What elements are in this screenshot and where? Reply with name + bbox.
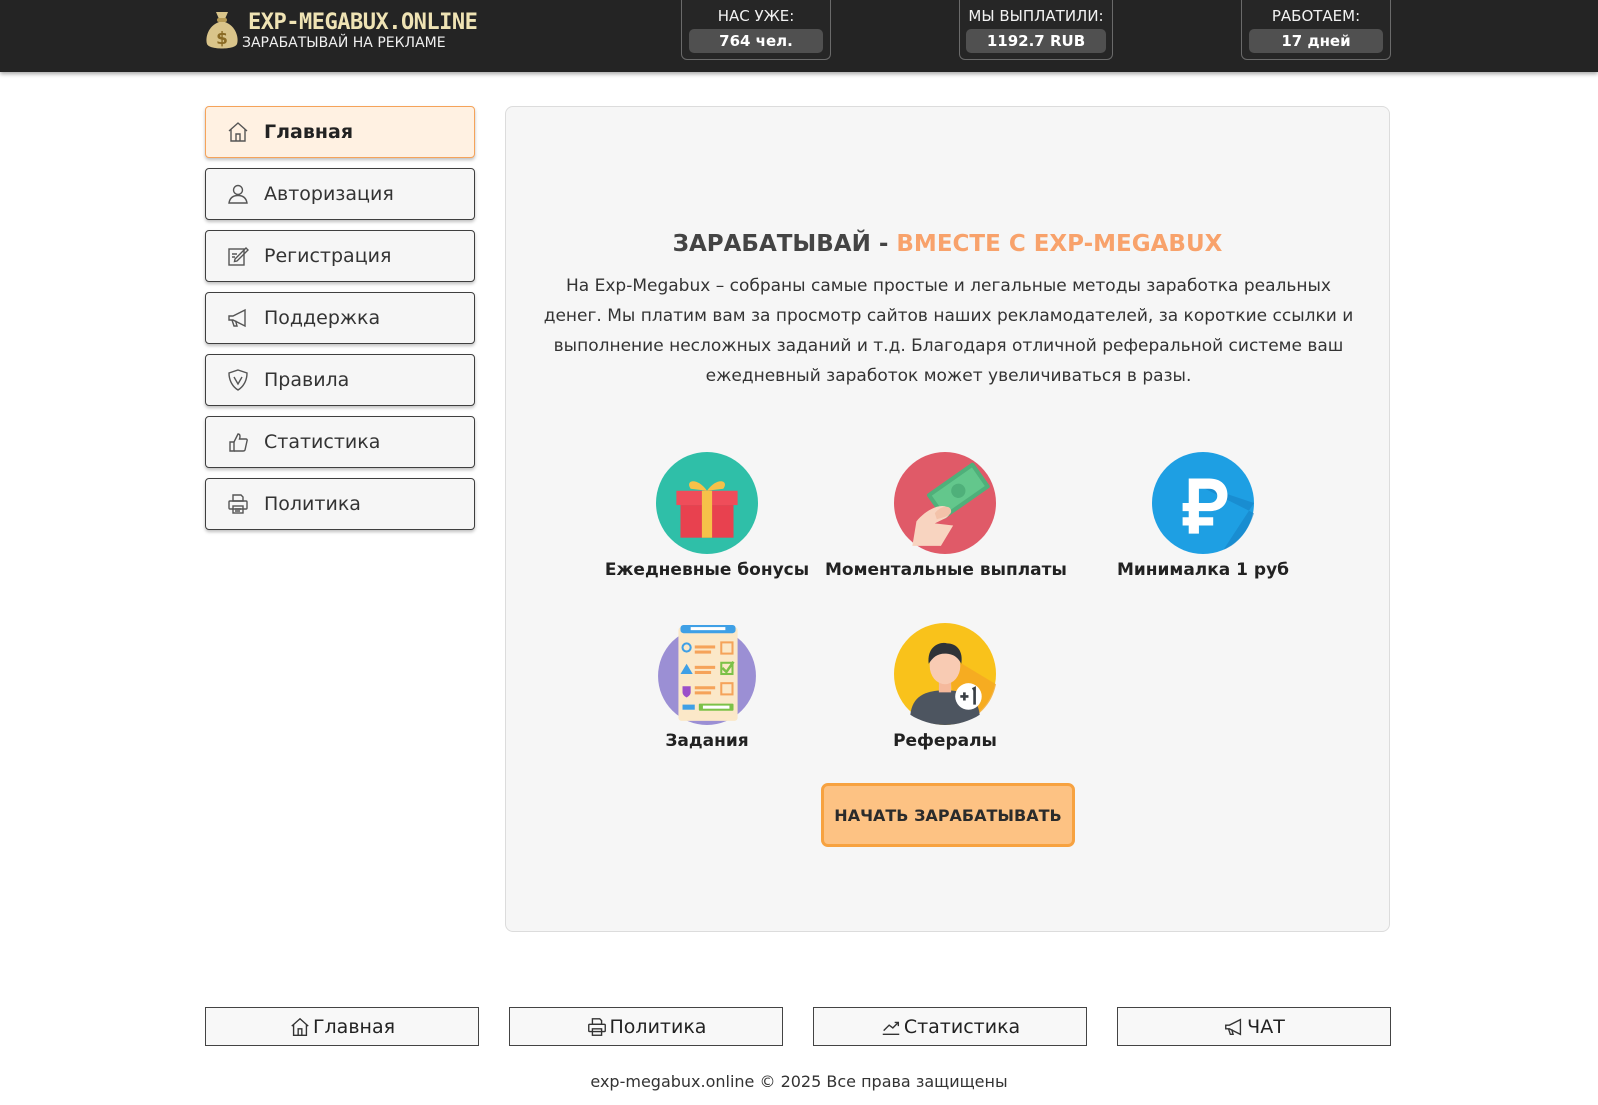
edit-icon [228, 247, 249, 266]
headline-accent: ВМЕСТЕ С EXP-MEGABUX [896, 231, 1223, 257]
feature-tasks: Задания [587, 623, 827, 751]
footer-link-chat[interactable]: ЧАТ [1117, 1007, 1391, 1046]
stat-paid: МЫ ВЫПЛАТИЛИ: 1192.7 RUB [959, 0, 1113, 60]
feature-label: Минималка 1 руб [1116, 560, 1290, 580]
stat-paid-value: 1192.7 RUB [966, 29, 1106, 53]
sidebar-item-label: Поддержка [264, 307, 381, 329]
sidebar-item-login[interactable]: Авторизация [205, 168, 475, 220]
start-earning-button[interactable]: НАЧАТЬ ЗАРАБАТЫВАТЬ [821, 783, 1075, 847]
printer-icon [587, 1017, 606, 1036]
megaphone-icon [1225, 1018, 1242, 1035]
stat-paid-label: МЫ ВЫПЛАТИЛИ: [968, 7, 1104, 25]
sidebar-item-support[interactable]: Поддержка [205, 292, 475, 344]
site-logo[interactable]: $ EXP-MEGABUX.ONLINE ЗАРАБАТЫВАЙ НА РЕКЛ… [204, 6, 478, 54]
feature-label: Ежедневные бонусы [604, 560, 810, 580]
sidebar-item-policy[interactable]: Политика [205, 478, 475, 530]
sidebar-item-label: Статистика [264, 431, 381, 453]
sidebar-item-rules[interactable]: Правила [205, 354, 475, 406]
feature-min-withdrawal: Минималка 1 руб [1083, 452, 1323, 580]
stat-users-label: НАС УЖЕ: [717, 7, 795, 25]
stat-days: РАБОТАЕМ: 17 дней [1241, 0, 1391, 60]
feature-label: Задания [665, 731, 749, 751]
site-header: $ EXP-MEGABUX.ONLINE ЗАРАБАТЫВАЙ НА РЕКЛ… [0, 0, 1598, 72]
feature-daily-bonus: Ежедневные бонусы [587, 452, 827, 580]
sidebar-item-label: Главная [264, 121, 354, 143]
sidebar-item-label: Правила [264, 369, 350, 391]
feature-label: Моментальные выплаты [825, 560, 1067, 580]
sidebar-item-label: Авторизация [264, 183, 394, 205]
gift-icon [656, 452, 758, 554]
sidebar-item-stats[interactable]: Статистика [205, 416, 475, 468]
footer-link-label: Статистика [903, 1015, 1021, 1038]
stat-users: НАС УЖЕ: 764 чел. [681, 0, 831, 60]
home-icon [228, 122, 248, 142]
stat-days-value: 17 дней [1249, 29, 1383, 53]
megaphone-icon [228, 308, 246, 328]
cash-hand-icon [894, 452, 996, 554]
headline-dark: ЗАРАБАТЫВАЙ - [672, 231, 897, 257]
copyright-text: exp-megabux.online © 2025 Все права защи… [590, 1072, 1008, 1091]
sidebar-item-label: Регистрация [264, 245, 392, 267]
feature-instant-payouts: Моментальные выплаты [825, 452, 1067, 580]
footer-link-label: ЧАТ [1247, 1015, 1285, 1038]
page-headline: ЗАРАБАТЫВАЙ - ВМЕСТЕ С EXP-MEGABUX [506, 231, 1389, 257]
home-icon [291, 1017, 309, 1036]
feature-referrals: Рефералы [825, 623, 1065, 751]
shield-icon [228, 369, 248, 391]
chart-icon [882, 1021, 900, 1035]
logo-title: EXP-MEGABUX.ONLINE [248, 10, 478, 35]
footer-link-label: Главная [312, 1015, 396, 1038]
money-bag-icon: $ [206, 12, 238, 49]
printer-icon [228, 494, 248, 514]
checklist-icon [658, 625, 756, 725]
referral-icon [894, 623, 996, 725]
sidebar-item-register[interactable]: Регистрация [205, 230, 475, 282]
main-panel: ЗАРАБАТЫВАЙ - ВМЕСТЕ С EXP-MEGABUX На Ex… [505, 106, 1390, 932]
footer-link-stats[interactable]: Статистика [813, 1007, 1087, 1046]
sidebar-nav: Главная Авторизация Регистрация Поддержк… [205, 106, 475, 540]
feature-label: Рефералы [893, 731, 997, 751]
ruble-icon [1152, 452, 1254, 554]
logo-subtitle: ЗАРАБАТЫВАЙ НА РЕКЛАМЕ [242, 35, 446, 51]
footer-link-policy[interactable]: Политика [509, 1007, 783, 1046]
user-icon [228, 184, 248, 204]
footer-link-label: Политика [609, 1015, 707, 1038]
stat-days-label: РАБОТАЕМ: [1271, 7, 1361, 25]
footer-link-home[interactable]: Главная [205, 1007, 479, 1046]
sidebar-item-home[interactable]: Главная [205, 106, 475, 158]
sidebar-item-label: Политика [264, 493, 361, 515]
footer-nav: Главная Политика Статистика ЧАТ [205, 1007, 1391, 1046]
svg-text:$: $ [216, 29, 228, 49]
thumbs-up-icon [229, 433, 248, 452]
stat-users-value: 764 чел. [689, 29, 823, 53]
intro-text: На Exp-Megabux – собраны самые простые и… [543, 276, 1354, 386]
